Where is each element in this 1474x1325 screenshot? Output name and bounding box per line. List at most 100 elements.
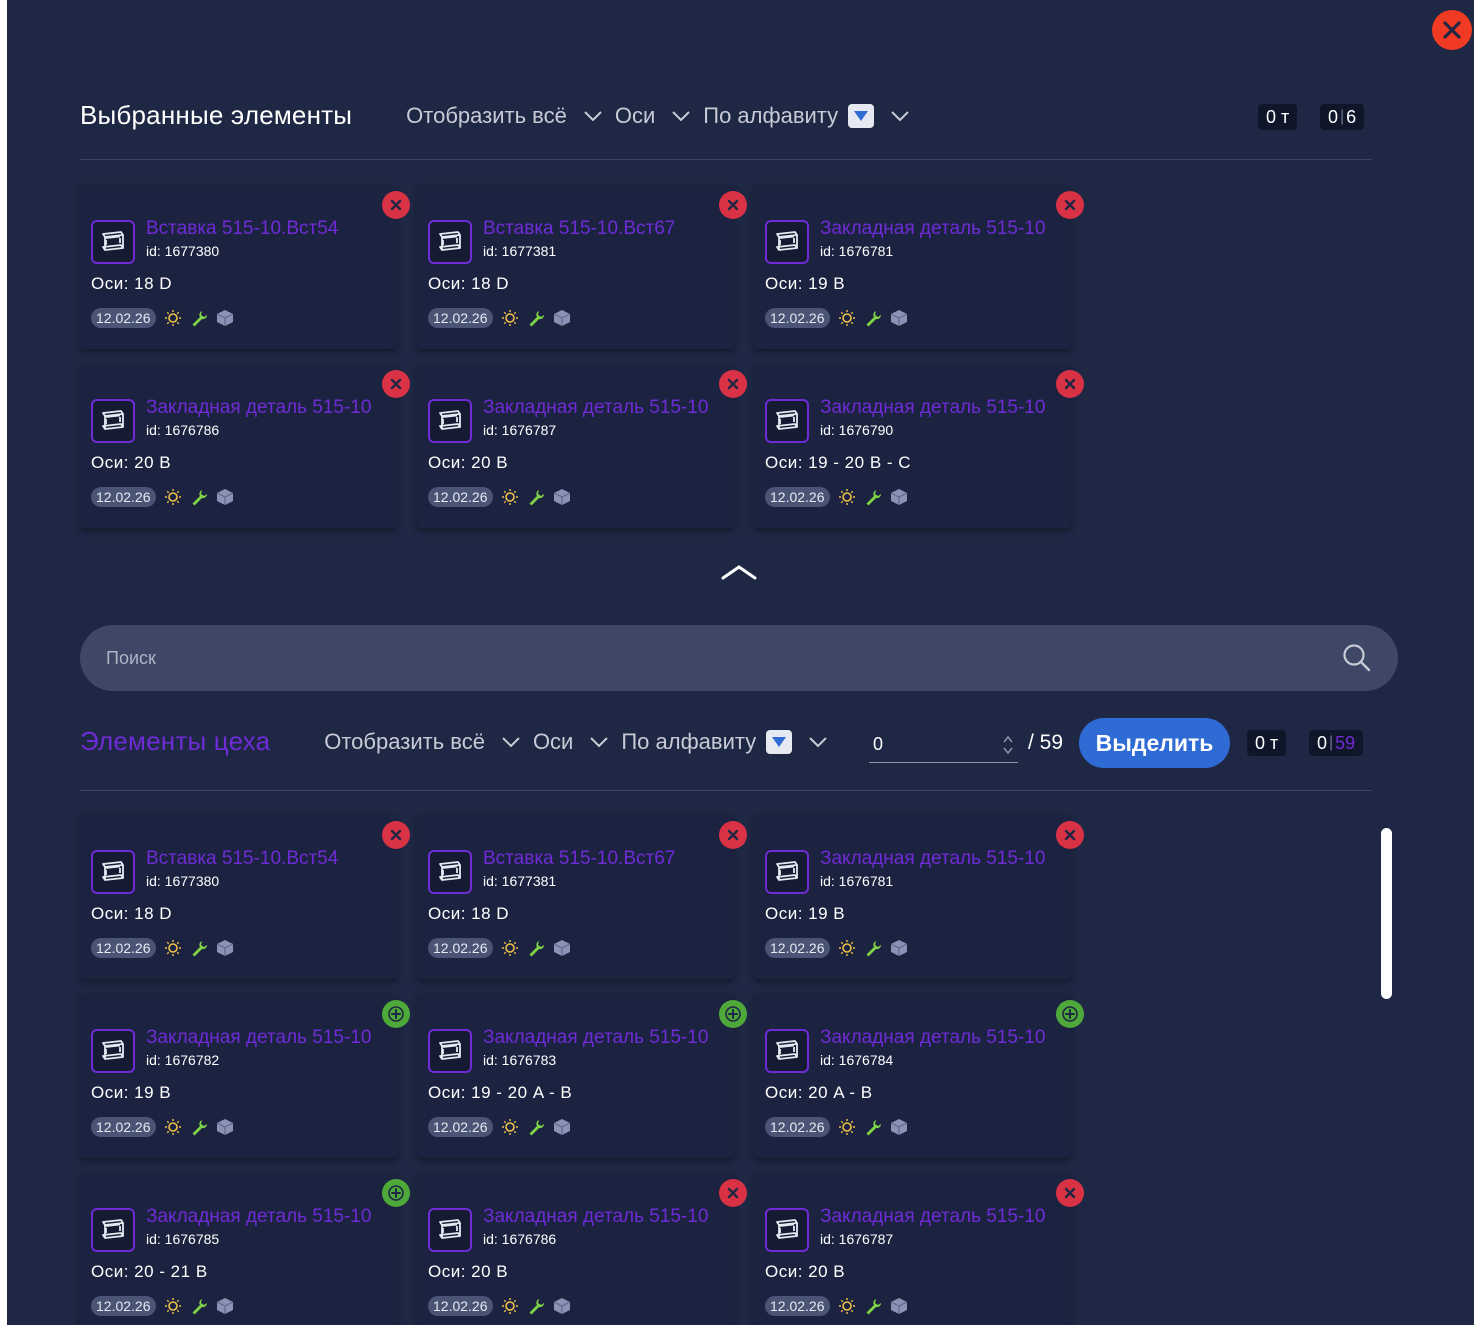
remove-icon — [727, 199, 739, 211]
element-card[interactable]: Закладная деталь 515-10 id: 1676783 Оси:… — [417, 994, 747, 1158]
sun-icon — [838, 488, 856, 506]
chevron-down-icon — [891, 110, 909, 121]
remove-button[interactable] — [1056, 821, 1084, 849]
element-name[interactable]: Закладная деталь 515-10 — [483, 1206, 723, 1228]
quantity-input[interactable] — [873, 734, 973, 755]
element-axes: Оси: 19 B — [765, 904, 846, 923]
workshop-title: Элементы цеха — [80, 726, 271, 756]
sun-icon — [164, 939, 182, 957]
element-card[interactable]: Закладная деталь 515-10 id: 1676781 Оси:… — [754, 185, 1084, 349]
filter-axes[interactable]: Оси — [615, 103, 703, 129]
element-name[interactable]: Закладная деталь 515-10 — [820, 848, 1060, 870]
cube-icon — [890, 1118, 908, 1136]
element-id: id: 1676781 — [820, 873, 894, 889]
element-meta: 12.02.26 — [428, 938, 571, 958]
filter-show-all[interactable]: Отобразить всё — [406, 103, 615, 129]
cube-icon — [553, 488, 571, 506]
add-button[interactable] — [719, 1000, 747, 1028]
element-name[interactable]: Закладная деталь 515-10 — [483, 1027, 723, 1049]
element-type-icon-box — [428, 1029, 472, 1073]
beam-icon — [439, 410, 461, 430]
date-badge: 12.02.26 — [91, 938, 156, 958]
element-card[interactable]: Вставка 515-10.Вст54 id: 1677380 Оси: 18… — [80, 185, 410, 349]
wrench-icon — [527, 939, 545, 957]
element-name[interactable]: Вставка 515-10.Вст54 — [146, 218, 386, 240]
collapse-button[interactable] — [720, 562, 758, 587]
quantity-total: / 59 — [1028, 731, 1064, 754]
filter-show-all[interactable]: Отобразить всё — [324, 729, 533, 755]
add-button[interactable] — [1056, 1000, 1084, 1028]
element-card[interactable]: Закладная деталь 515-10 id: 1676781 Оси:… — [754, 815, 1084, 979]
element-card[interactable]: Закладная деталь 515-10 id: 1676784 Оси:… — [754, 994, 1084, 1158]
element-name[interactable]: Закладная деталь 515-10 — [820, 1206, 1060, 1228]
beam-icon — [102, 861, 124, 881]
workshop-count-badge: 0 | 59 — [1309, 730, 1364, 756]
element-meta: 12.02.26 — [765, 487, 908, 507]
search-input[interactable] — [106, 647, 1342, 669]
element-id: id: 1676790 — [820, 422, 894, 438]
filter-axes[interactable]: Оси — [533, 729, 621, 755]
element-name[interactable]: Закладная деталь 515-10 — [820, 218, 1060, 240]
cube-icon — [216, 939, 234, 957]
stepper-icon[interactable] — [1002, 734, 1014, 756]
element-card[interactable]: Закладная деталь 515-10 id: 1676787 Оси:… — [754, 1173, 1084, 1325]
cube-icon — [216, 309, 234, 327]
element-name[interactable]: Вставка 515-10.Вст54 — [146, 848, 386, 870]
add-button[interactable] — [382, 1179, 410, 1207]
remove-button[interactable] — [1056, 1179, 1084, 1207]
element-name[interactable]: Закладная деталь 515-10 — [483, 397, 723, 419]
element-name[interactable]: Закладная деталь 515-10 — [146, 1206, 386, 1228]
element-card[interactable]: Вставка 515-10.Вст67 id: 1677381 Оси: 18… — [417, 815, 747, 979]
element-card[interactable]: Вставка 515-10.Вст54 id: 1677380 Оси: 18… — [80, 815, 410, 979]
element-axes: Оси: 20 B — [91, 453, 172, 472]
element-name[interactable]: Закладная деталь 515-10 — [820, 397, 1060, 419]
element-name[interactable]: Вставка 515-10.Вст67 — [483, 848, 723, 870]
element-meta: 12.02.26 — [91, 1296, 234, 1316]
element-name[interactable]: Закладная деталь 515-10 — [820, 1027, 1060, 1049]
element-name[interactable]: Вставка 515-10.Вст67 — [483, 218, 723, 240]
sun-icon — [501, 309, 519, 327]
element-id: id: 1676785 — [146, 1231, 220, 1247]
element-name[interactable]: Закладная деталь 515-10 — [146, 397, 386, 419]
element-card[interactable]: Закладная деталь 515-10 id: 1676790 Оси:… — [754, 364, 1084, 528]
filter-sort[interactable]: По алфавиту — [703, 103, 922, 129]
element-name[interactable]: Закладная деталь 515-10 — [146, 1027, 386, 1049]
element-axes: Оси: 18 D — [91, 904, 173, 923]
scrollbar[interactable] — [1381, 828, 1392, 999]
element-card[interactable]: Закладная деталь 515-10 id: 1676787 Оси:… — [417, 364, 747, 528]
element-card[interactable]: Закладная деталь 515-10 id: 1676786 Оси:… — [417, 1173, 747, 1325]
add-button[interactable] — [382, 1000, 410, 1028]
remove-icon — [390, 829, 402, 841]
element-type-icon-box — [91, 399, 135, 443]
element-meta: 12.02.26 — [428, 1296, 571, 1316]
element-card[interactable]: Закладная деталь 515-10 id: 1676782 Оси:… — [80, 994, 410, 1158]
remove-button[interactable] — [1056, 191, 1084, 219]
selected-header: Выбранные элементы Отобразить всё Оси По… — [80, 100, 922, 131]
element-card[interactable]: Вставка 515-10.Вст67 id: 1677381 Оси: 18… — [417, 185, 747, 349]
element-axes: Оси: 20 - 21 B — [91, 1262, 208, 1281]
remove-button[interactable] — [719, 821, 747, 849]
remove-button[interactable] — [382, 370, 410, 398]
date-badge: 12.02.26 — [428, 1296, 493, 1316]
divider — [80, 790, 1372, 791]
remove-button[interactable] — [1056, 370, 1084, 398]
beam-icon — [776, 231, 798, 251]
element-card[interactable]: Закладная деталь 515-10 id: 1676785 Оси:… — [80, 1173, 410, 1325]
element-card[interactable]: Закладная деталь 515-10 id: 1676786 Оси:… — [80, 364, 410, 528]
filter-sort-label: По алфавиту — [621, 728, 757, 754]
remove-icon — [1064, 1187, 1076, 1199]
remove-button[interactable] — [719, 1179, 747, 1207]
remove-button[interactable] — [719, 370, 747, 398]
close-button[interactable] — [1432, 10, 1472, 50]
cube-icon — [553, 309, 571, 327]
remove-button[interactable] — [382, 821, 410, 849]
remove-button[interactable] — [382, 191, 410, 219]
search-icon[interactable] — [1342, 643, 1372, 673]
element-id: id: 1676786 — [146, 422, 220, 438]
cube-icon — [216, 1297, 234, 1315]
select-button[interactable]: Выделить — [1079, 718, 1230, 768]
filter-sort[interactable]: По алфавиту — [621, 729, 840, 755]
element-id: id: 1676786 — [483, 1231, 557, 1247]
remove-button[interactable] — [719, 191, 747, 219]
filter-axes-label: Оси — [532, 728, 574, 754]
